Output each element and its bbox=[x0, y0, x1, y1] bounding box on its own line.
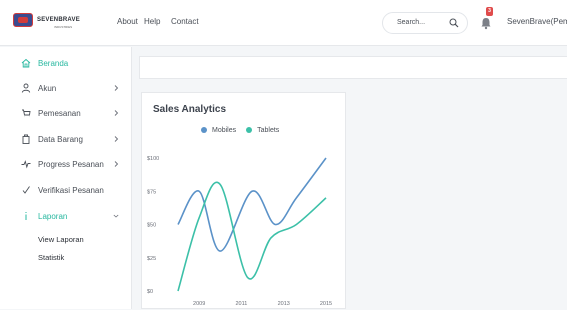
search-placeholder: Search... bbox=[397, 19, 426, 26]
chevron-right-icon bbox=[114, 161, 119, 167]
sidebar-subitem-view-laporan[interactable]: View Laporan bbox=[38, 235, 84, 244]
pulse-icon bbox=[21, 160, 31, 169]
sidebar-item-label: Data Barang bbox=[38, 134, 83, 144]
sidebar-item-label: Beranda bbox=[38, 58, 69, 68]
sidebar-item-label: Verifikasi Pesanan bbox=[38, 185, 104, 195]
series-line-mobiles bbox=[177, 157, 327, 252]
sidebar-item-akun[interactable]: Akun bbox=[0, 78, 132, 98]
sidebar-item-beranda[interactable]: Beranda bbox=[0, 53, 132, 73]
chevron-down-icon bbox=[113, 214, 119, 218]
check-icon bbox=[22, 186, 30, 194]
sidebar-item-laporan[interactable]: Laporan bbox=[0, 206, 132, 226]
sales-line-chart: $0 $25 $50 $75 $100 2009 2011 2013 2015 bbox=[147, 156, 332, 307]
sidebar-item-pemesanan[interactable]: Pemesanan bbox=[0, 103, 132, 123]
y-tick-label: $25 bbox=[147, 256, 156, 262]
content-header-panel bbox=[139, 56, 567, 79]
x-tick-label: 2015 bbox=[320, 301, 332, 307]
sidebar-subitem-statistik[interactable]: Statistik bbox=[38, 253, 64, 262]
cart-icon bbox=[22, 109, 31, 118]
search-input[interactable]: Search... bbox=[382, 12, 468, 34]
x-tick-label: 2009 bbox=[193, 301, 205, 307]
logo-badge-icon bbox=[13, 13, 33, 27]
x-tick-label: 2011 bbox=[236, 301, 248, 307]
sidebar-item-label: Pemesanan bbox=[38, 108, 81, 118]
info-icon bbox=[25, 212, 27, 220]
y-tick-label: $75 bbox=[147, 189, 156, 195]
sidebar-item-label: Progress Pesanan bbox=[38, 159, 104, 169]
user-icon bbox=[21, 83, 31, 93]
chevron-right-icon bbox=[114, 110, 119, 116]
y-tick-label: $100 bbox=[147, 156, 159, 162]
x-tick-label: 2013 bbox=[278, 301, 290, 307]
series-line-tablets bbox=[177, 181, 327, 292]
top-navbar: SEVENBRAVE INDUSTRIES About Help Contact… bbox=[0, 0, 567, 46]
logo-text: SEVENBRAVE bbox=[37, 17, 80, 23]
logo-subtext: INDUSTRIES bbox=[54, 25, 73, 29]
sidebar-item-label: Laporan bbox=[38, 211, 68, 221]
sidebar-item-data-barang[interactable]: Data Barang bbox=[0, 129, 132, 149]
y-tick-label: $0 bbox=[147, 289, 153, 295]
sidebar-item-verifikasi-pesanan[interactable]: Verifikasi Pesanan bbox=[0, 180, 132, 200]
brand-logo[interactable]: SEVENBRAVE INDUSTRIES bbox=[13, 11, 93, 29]
y-tick-label: $50 bbox=[147, 223, 156, 229]
notification-badge: 3 bbox=[486, 7, 493, 16]
nav-about[interactable]: About bbox=[117, 17, 138, 26]
chevron-right-icon bbox=[114, 85, 119, 91]
sidebar: Beranda Akun Pemesanan Data Barang Progr… bbox=[0, 47, 132, 309]
search-icon[interactable] bbox=[449, 18, 459, 28]
notification-bell-icon[interactable] bbox=[479, 16, 493, 30]
home-icon bbox=[21, 58, 31, 68]
user-menu[interactable]: SevenBrave(Pemilik) bbox=[507, 17, 567, 26]
nav-contact[interactable]: Contact bbox=[171, 17, 199, 26]
sidebar-item-label: Akun bbox=[38, 83, 57, 93]
sidebar-item-progress-pesanan[interactable]: Progress Pesanan bbox=[0, 154, 132, 174]
box-icon bbox=[22, 134, 30, 144]
sales-analytics-card: Sales Analytics Mobiles Tablets $0 $25 $50… bbox=[141, 92, 346, 309]
chevron-right-icon bbox=[114, 136, 119, 142]
nav-help[interactable]: Help bbox=[144, 17, 160, 26]
